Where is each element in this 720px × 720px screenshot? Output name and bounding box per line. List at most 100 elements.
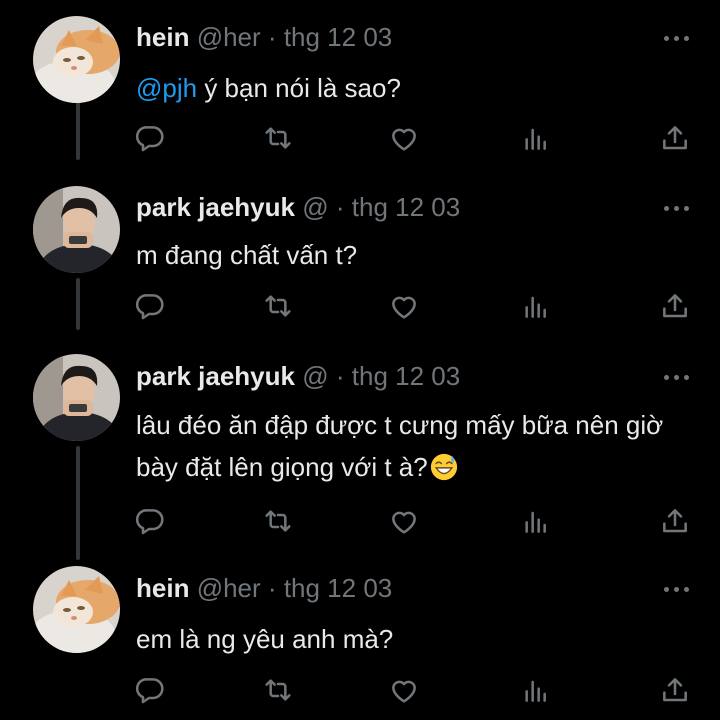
retweet-button[interactable] [262, 674, 294, 706]
views-icon [525, 680, 546, 702]
comment-icon [135, 678, 164, 704]
more-dots-icon [684, 375, 689, 380]
views-button[interactable] [520, 505, 552, 537]
tweet[interactable]: hein @her · thg 12 03 em là ng yêu anh m… [0, 555, 720, 720]
share-icon [663, 509, 687, 533]
share-icon [663, 294, 687, 318]
more-button[interactable] [664, 203, 694, 213]
tweet-date[interactable]: thg 12 03 [352, 192, 460, 222]
comment-icon [135, 126, 164, 152]
tweet-header: park jaehyuk @ · thg 12 03 [136, 192, 460, 222]
heart-icon [392, 680, 416, 703]
tweet-text-content: ý bạn nói là sao? [197, 73, 401, 103]
like-button[interactable] [388, 290, 420, 322]
more-dots-icon [684, 206, 689, 211]
tweet-actions [0, 290, 720, 322]
share-button[interactable] [659, 290, 691, 322]
tweet-text-content: em là ng yêu anh mà? [136, 624, 394, 654]
avatar[interactable] [33, 16, 120, 103]
share-button[interactable] [659, 674, 691, 706]
share-icon [663, 126, 687, 150]
share-button[interactable] [659, 122, 691, 154]
retweet-icon [265, 679, 291, 701]
like-button[interactable] [388, 674, 420, 706]
tweet-actions [0, 122, 720, 154]
more-button[interactable] [664, 372, 694, 382]
tweet-text: lâu đéo ăn đập được t cưng mấy bữa nên g… [136, 404, 706, 488]
reply-button[interactable] [133, 674, 165, 706]
user-handle[interactable]: @ [302, 192, 328, 222]
reply-thread: hein @her · thg 12 03 @pjh ý bạn nói là … [0, 0, 720, 720]
avatar[interactable] [33, 566, 120, 653]
tweet-date[interactable]: thg 12 03 [352, 361, 460, 391]
separator: · [335, 361, 345, 391]
boy-avatar-image [33, 186, 120, 273]
separator: · [267, 22, 277, 52]
tweet-text-line: bày đặt lên giọng với t à? [136, 446, 706, 488]
cat-avatar-image [33, 16, 120, 103]
user-handle[interactable]: @her [197, 573, 261, 603]
tweet-text-content: m đang chất vấn t? [136, 240, 358, 270]
retweet-button[interactable] [262, 122, 294, 154]
views-icon [525, 511, 546, 533]
tweet-header: hein @her · thg 12 03 [136, 22, 392, 52]
retweet-icon [265, 127, 291, 149]
comment-icon [135, 294, 164, 320]
retweet-button[interactable] [262, 290, 294, 322]
more-dots-icon [664, 375, 669, 380]
more-dots-icon [674, 587, 679, 592]
display-name[interactable]: park jaehyuk [136, 361, 295, 391]
display-name[interactable]: hein [136, 22, 189, 52]
separator: · [267, 573, 277, 603]
reply-button[interactable] [133, 122, 165, 154]
retweet-button[interactable] [262, 505, 294, 537]
user-handle[interactable]: @ [302, 361, 328, 391]
views-button[interactable] [520, 674, 552, 706]
more-dots-icon [674, 375, 679, 380]
tweet-header: hein @her · thg 12 03 [136, 573, 392, 603]
reply-button[interactable] [133, 290, 165, 322]
more-dots-icon [664, 587, 669, 592]
like-button[interactable] [388, 505, 420, 537]
tweet[interactable]: park jaehyuk @ · thg 12 03 m đang chất v… [0, 170, 720, 340]
tweet-text: em là ng yêu anh mà? [136, 618, 706, 660]
reply-button[interactable] [133, 505, 165, 537]
comment-icon [135, 509, 164, 535]
tweet-text-content: bày đặt lên giọng với t à? [136, 452, 428, 482]
share-button[interactable] [659, 505, 691, 537]
more-dots-icon [674, 206, 679, 211]
display-name[interactable]: park jaehyuk [136, 192, 295, 222]
tweet-text: @pjh ý bạn nói là sao? [136, 67, 706, 109]
more-dots-icon [674, 36, 679, 41]
more-dots-icon [664, 206, 669, 211]
like-button[interactable] [388, 122, 420, 154]
user-handle[interactable]: @her [197, 22, 261, 52]
tweet[interactable]: park jaehyuk @ · thg 12 03 lâu đéo ăn đậ… [0, 340, 720, 555]
heart-icon [392, 128, 416, 151]
heart-icon [392, 511, 416, 534]
cat-avatar-image [33, 566, 120, 653]
tweet-actions [0, 674, 720, 706]
more-dots-icon [664, 36, 669, 41]
views-icon [525, 296, 546, 318]
more-button[interactable] [664, 33, 694, 43]
share-icon [663, 678, 687, 702]
heart-icon [392, 296, 416, 319]
more-button[interactable] [664, 584, 694, 594]
retweet-icon [265, 510, 291, 532]
more-dots-icon [684, 587, 689, 592]
tweet-actions [0, 505, 720, 537]
mention-link[interactable]: @pjh [136, 73, 197, 103]
views-icon [525, 128, 546, 150]
tweet-text-line: lâu đéo ăn đập được t cưng mấy bữa nên g… [136, 410, 664, 440]
avatar[interactable] [33, 354, 120, 441]
tweet-date[interactable]: thg 12 03 [284, 573, 392, 603]
views-button[interactable] [520, 122, 552, 154]
tweet[interactable]: hein @her · thg 12 03 @pjh ý bạn nói là … [0, 0, 720, 170]
grinning-sweat-emoji-icon [430, 453, 457, 481]
tweet-date[interactable]: thg 12 03 [284, 22, 392, 52]
tweet-text: m đang chất vấn t? [136, 234, 706, 276]
display-name[interactable]: hein [136, 573, 189, 603]
views-button[interactable] [520, 290, 552, 322]
avatar[interactable] [33, 186, 120, 273]
